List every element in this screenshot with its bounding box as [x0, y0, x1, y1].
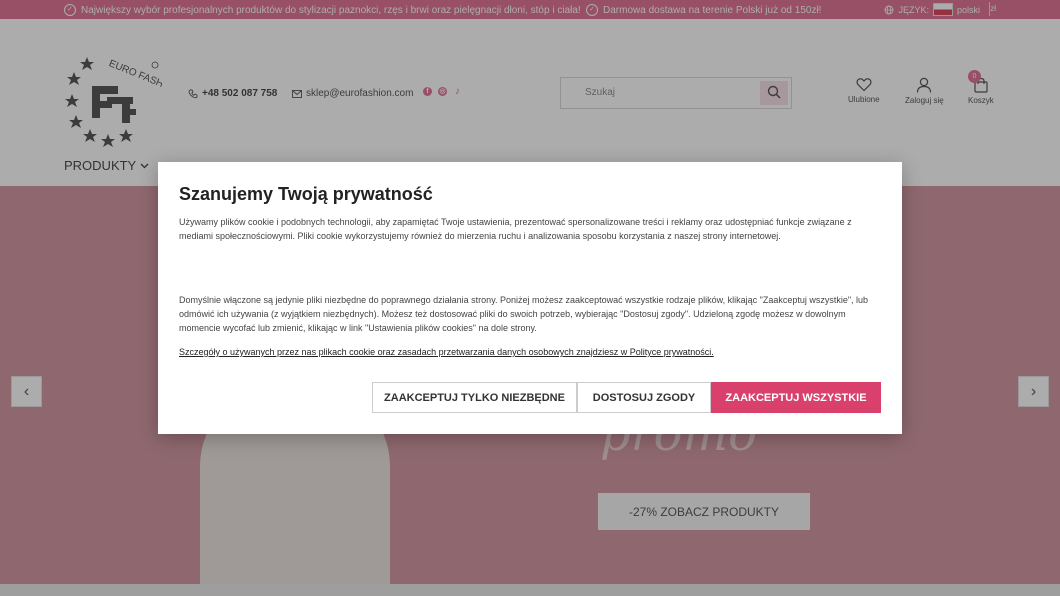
- privacy-policy-link[interactable]: Szczegóły o używanych przez nas plikach …: [179, 347, 714, 357]
- accept-all-button[interactable]: ZAAKCEPTUJ WSZYSTKIE: [711, 382, 881, 413]
- cookie-consent-dialog: Szanujemy Twoją prywatność Używamy plikó…: [158, 162, 902, 434]
- cookie-description-2: Domyślnie włączone są jedynie pliki niez…: [179, 295, 869, 333]
- accept-necessary-button[interactable]: ZAAKCEPTUJ TYLKO NIEZBĘDNE: [372, 382, 577, 413]
- customize-consents-button[interactable]: DOSTOSUJ ZGODY: [577, 382, 711, 413]
- cookie-dialog-title: Szanujemy Twoją prywatność: [179, 184, 433, 204]
- cookie-description-1: Używamy plików cookie i podobnych techno…: [179, 217, 852, 241]
